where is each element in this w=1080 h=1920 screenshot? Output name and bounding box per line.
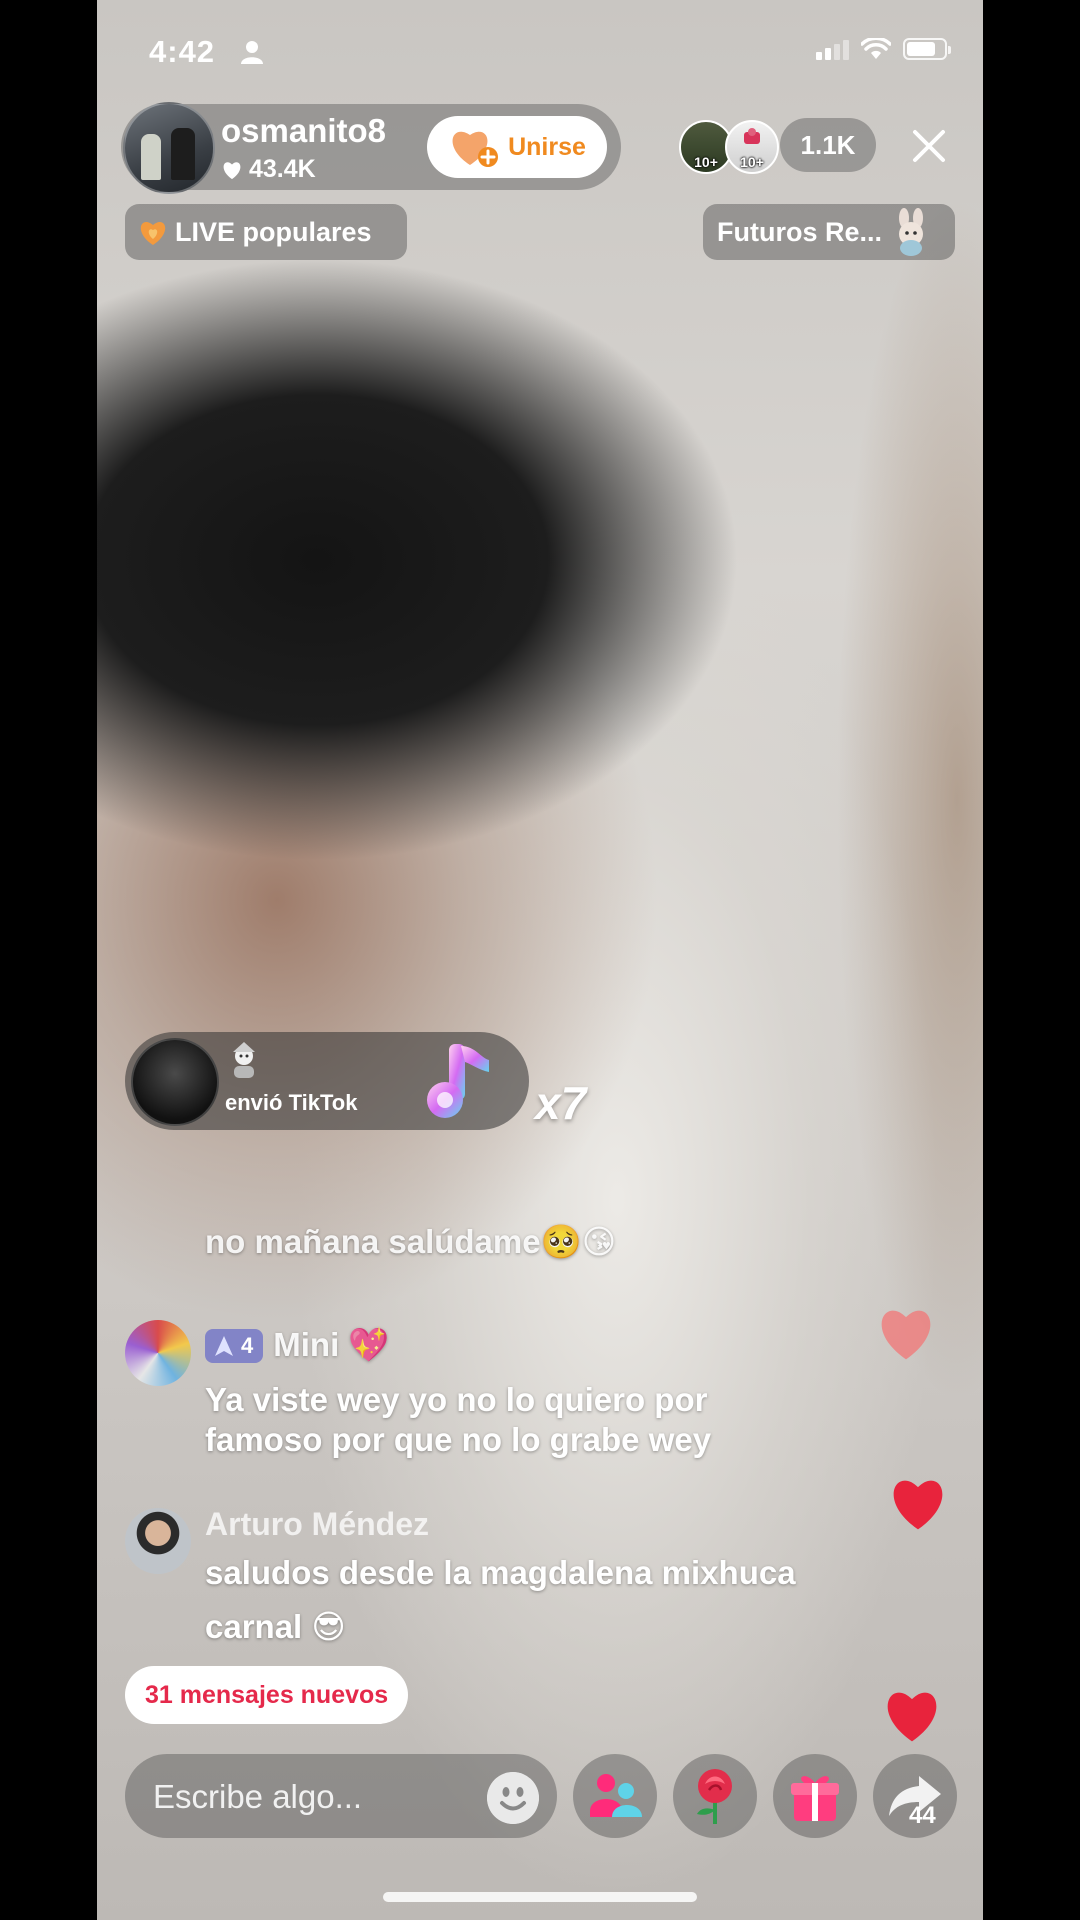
signal-icon — [816, 38, 849, 60]
sender-mini-avatar-icon — [233, 1042, 255, 1078]
gift-button[interactable] — [773, 1754, 857, 1838]
new-messages-button[interactable]: 31 mensajes nuevos — [125, 1666, 409, 1724]
top-viewer-avatar-2[interactable]: 10+ — [725, 120, 779, 174]
bunny-icon — [899, 208, 924, 256]
floating-heart-icon — [881, 1310, 931, 1360]
chat-message-arturo: saludos desde la magdalena mixhuca carna… — [205, 1554, 796, 1645]
floating-heart-icon — [893, 1480, 943, 1530]
heart-icon — [223, 161, 241, 179]
close-icon[interactable] — [909, 126, 949, 166]
flame-heart-icon — [140, 221, 166, 245]
floating-heart-icon — [887, 1692, 937, 1742]
top-viewers[interactable]: 10+ 10+ — [679, 120, 779, 174]
level-arrow-icon — [215, 1335, 233, 1356]
tiktok-note-gift-icon — [427, 1044, 489, 1118]
gift-text: envió TikTok — [225, 1090, 358, 1115]
viewer-count[interactable]: 1.1K — [780, 118, 876, 172]
gift-sender-avatar[interactable] — [131, 1038, 219, 1126]
level-number: 4 — [241, 1332, 254, 1358]
futuros-tag[interactable]: Futuros Re... — [703, 204, 955, 260]
live-populares-label: LIVE populares — [175, 216, 372, 247]
host-name[interactable]: osmanito8 — [221, 112, 386, 150]
home-indicator — [383, 1892, 697, 1902]
host-likes: 43.4K — [221, 155, 316, 184]
host-likes-count: 43.4K — [249, 155, 316, 183]
status-time: 4:42 — [149, 34, 216, 69]
join-label: Unirse — [508, 132, 586, 161]
emoji-icon[interactable] — [487, 1772, 539, 1824]
viewer-badge-1: 10+ — [694, 154, 718, 170]
rose-icon — [697, 1769, 732, 1824]
commenter-avatar-mini[interactable] — [125, 1320, 191, 1386]
host-avatar[interactable] — [123, 102, 215, 194]
live-populares-tag[interactable]: LIVE populares — [125, 204, 407, 260]
chat-message-mini: Ya viste wey yo no lo quiero por famoso … — [205, 1381, 712, 1458]
comment-header-mini: 4 Mini 💖 — [205, 1326, 390, 1365]
rose-gift-button[interactable] — [673, 1754, 757, 1838]
viewer-emblem-icon — [744, 128, 760, 144]
battery-icon — [903, 38, 951, 60]
multi-guest-button[interactable] — [573, 1754, 657, 1838]
gift-count: x7 — [535, 1077, 587, 1129]
commenter-avatar-arturo[interactable] — [125, 1508, 191, 1574]
commenter-name-mini[interactable]: Mini 💖 — [273, 1326, 389, 1365]
heart-plus-icon — [452, 131, 499, 167]
commenter-name-arturo[interactable]: Arturo Méndez — [205, 1506, 429, 1543]
chat-message-faded: no mañana salúdame🥺😘 — [205, 1223, 617, 1260]
viewer-badge-2: 10+ — [740, 154, 764, 170]
level-badge: 4 — [205, 1328, 264, 1363]
share-count: 44 — [909, 1802, 936, 1829]
futuros-label: Futuros Re... — [717, 216, 883, 247]
join-button[interactable]: Unirse — [427, 116, 607, 178]
multi-guest-icon — [590, 1774, 642, 1817]
person-icon — [241, 41, 263, 64]
gift-box-icon — [791, 1776, 839, 1821]
status-icons — [816, 38, 951, 60]
comment-placeholder: Escribe algo... — [153, 1778, 363, 1815]
wifi-icon — [861, 38, 891, 59]
live-stream-screen: 4:42 osmanito8 43.4K Unirse 10+ 10+ 1.1K… — [97, 0, 983, 1920]
